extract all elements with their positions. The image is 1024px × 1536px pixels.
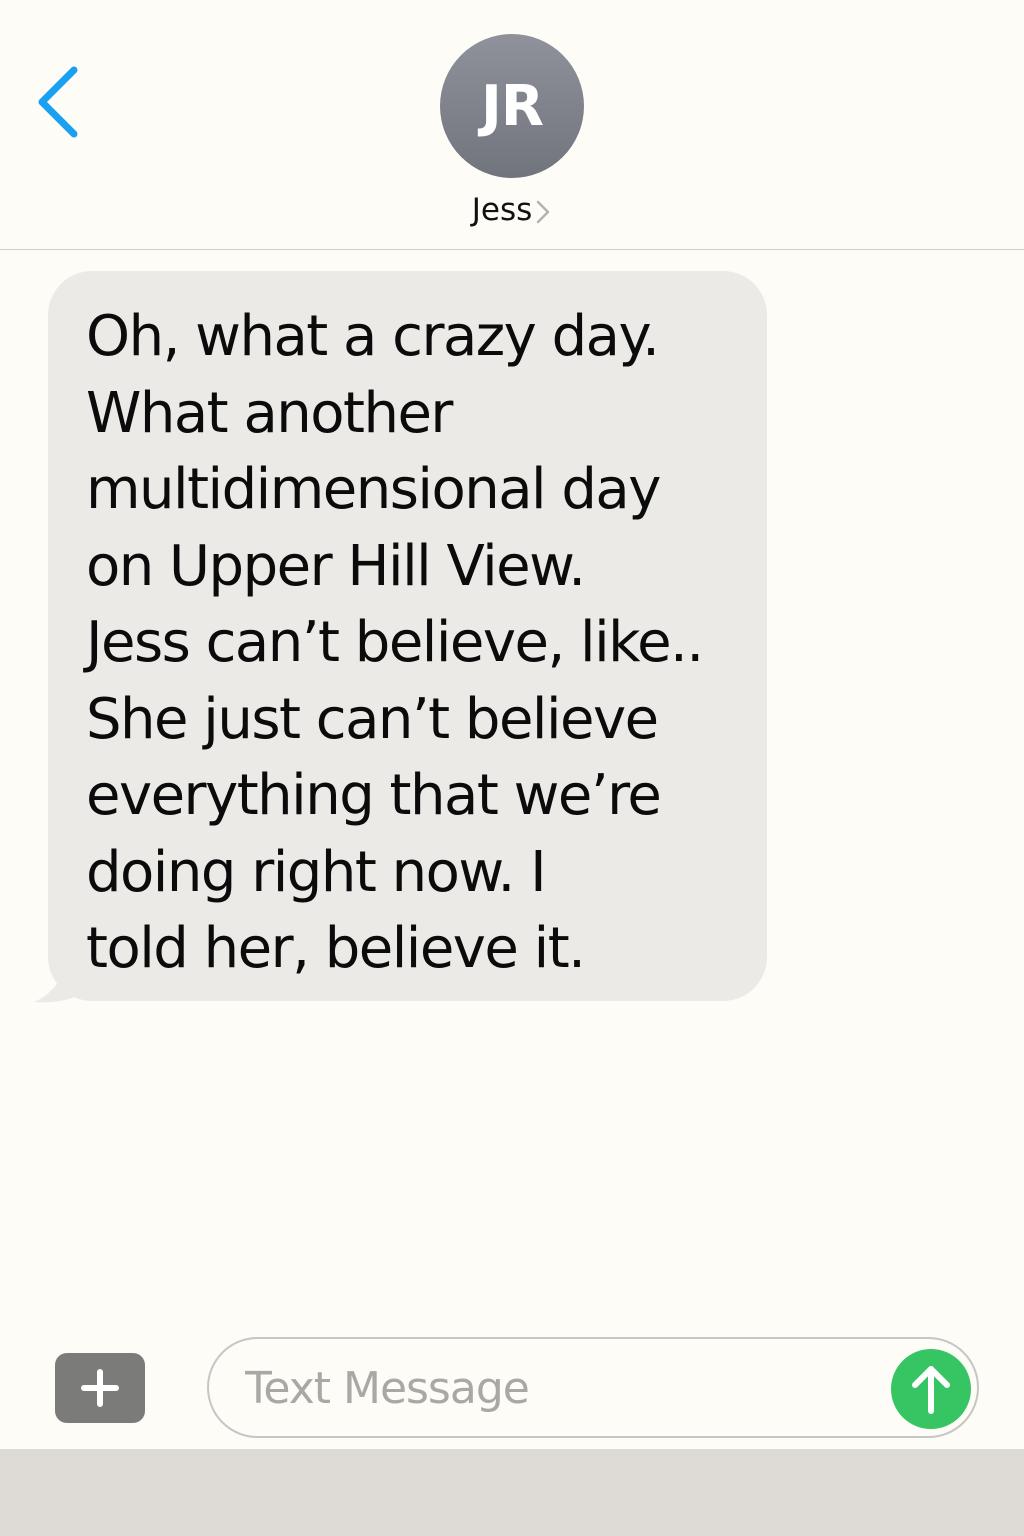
send-button[interactable] [891,1349,971,1429]
add-attachment-button[interactable] [55,1353,145,1423]
plus-icon [81,1369,119,1407]
message-text: Oh, what a crazy day. What another multi… [86,304,704,981]
back-button[interactable] [30,62,86,142]
contact-name: Jess [471,192,533,228]
avatar-initials: JR [481,73,544,139]
chevron-left-icon [38,66,78,138]
bottom-bar [0,1449,1024,1536]
contact-name-button[interactable]: Jess [0,188,1024,232]
arrow-up-icon [912,1366,950,1414]
contact-avatar[interactable]: JR [440,34,584,178]
message-input[interactable] [245,1355,875,1421]
message-input-container[interactable] [207,1337,979,1438]
incoming-message-bubble[interactable]: Oh, what a crazy day. What another multi… [48,271,767,1001]
conversation-header: JR Jess [0,0,1024,250]
chevron-right-icon [537,200,550,223]
